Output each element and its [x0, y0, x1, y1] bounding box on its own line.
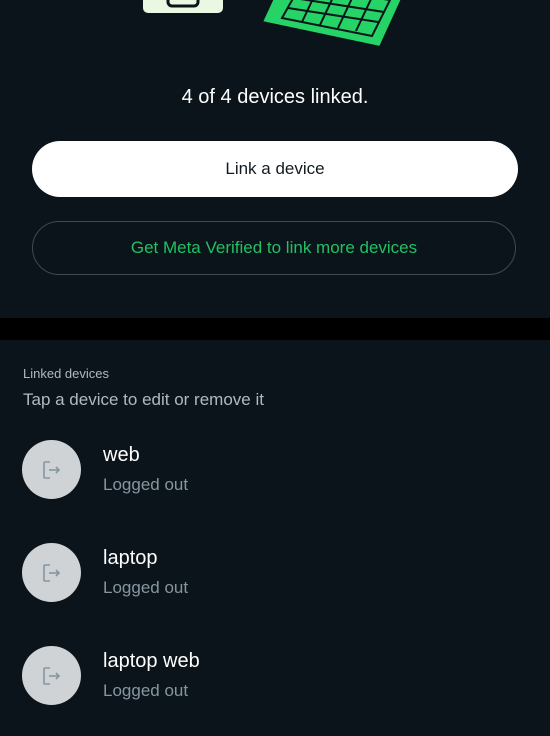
- logout-icon: [22, 440, 81, 499]
- section-title: Linked devices: [23, 366, 109, 381]
- linked-device-laptop[interactable]: laptop Logged out: [0, 543, 550, 633]
- logout-icon: [22, 646, 81, 705]
- device-name: laptop web: [103, 650, 200, 672]
- devices-linked-count: 4 of 4 devices linked.: [181, 86, 369, 108]
- get-meta-verified-button[interactable]: Get Meta Verified to link more devices: [32, 221, 516, 275]
- logout-icon: [22, 543, 81, 602]
- linked-devices-section: Linked devices Tap a device to edit or r…: [0, 340, 550, 705]
- device-status: Logged out: [103, 578, 189, 597]
- phone-illustration-icon: [141, 0, 225, 15]
- section-subtitle: Tap a device to edit or remove it: [23, 390, 264, 409]
- linked-device-laptop-web[interactable]: laptop web Logged out: [0, 646, 550, 736]
- section-divider: [0, 318, 550, 340]
- device-status: Logged out: [103, 475, 189, 494]
- devices-illustration: [141, 0, 403, 49]
- link-device-button[interactable]: Link a device: [32, 141, 518, 197]
- device-name: laptop: [103, 547, 158, 569]
- keyboard-illustration-icon: [260, 0, 403, 49]
- device-status: Logged out: [103, 681, 189, 700]
- linked-device-web[interactable]: web Logged out: [0, 440, 550, 530]
- device-name: web: [103, 444, 140, 466]
- linked-devices-header: 4 of 4 devices linked. Link a device Get…: [0, 0, 550, 318]
